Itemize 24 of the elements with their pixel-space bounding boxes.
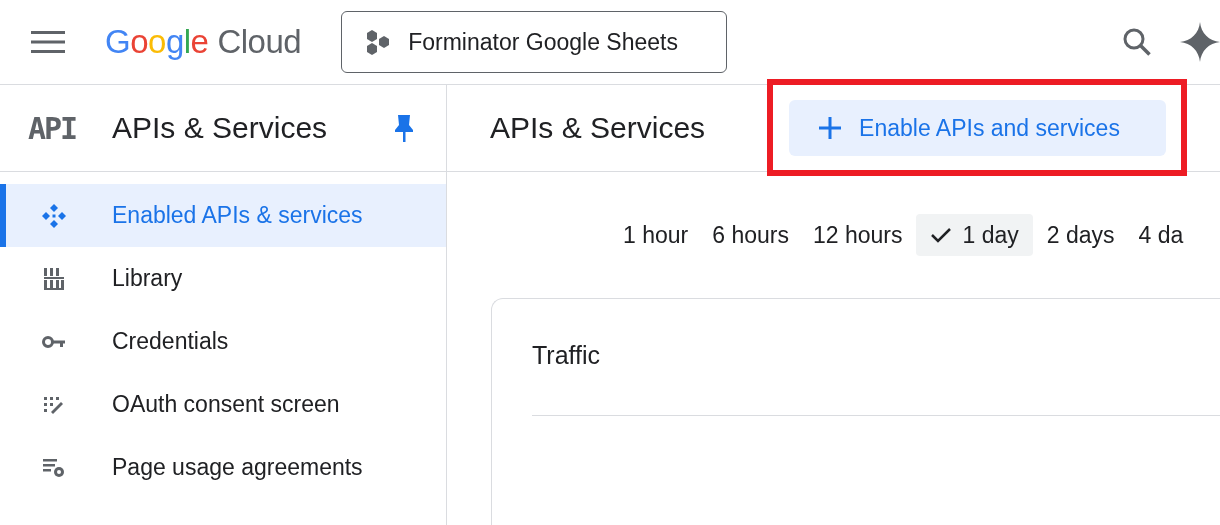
sidebar-item[interactable]: Enabled APIs & services: [0, 184, 446, 247]
card-title: Traffic: [532, 340, 602, 371]
api-logo-text: API: [28, 110, 78, 146]
sidebar-title: APIs & Services: [112, 111, 328, 145]
time-range-chip[interactable]: 4 da: [1128, 214, 1194, 256]
sidebar-item[interactable]: Page usage agreements: [0, 436, 446, 499]
time-range-chip[interactable]: 6 hours: [702, 214, 799, 256]
logo-wordmark: Google: [105, 23, 209, 61]
time-range-chip[interactable]: 1 day: [916, 214, 1033, 256]
diamond-grid-icon: [40, 201, 68, 230]
enable-apis-button[interactable]: Enable APIs and services: [789, 100, 1167, 156]
sidebar-item[interactable]: Credentials: [0, 310, 446, 373]
sidebar-item[interactable]: Library: [0, 247, 446, 310]
page-title: APIs & Services: [490, 111, 706, 145]
sparkle-icon[interactable]: [1180, 22, 1220, 62]
sidebar-item[interactable]: OAuth consent screen: [0, 373, 446, 436]
pin-icon[interactable]: [392, 113, 416, 143]
time-range-chip[interactable]: 2 days: [1036, 214, 1125, 256]
time-range-chip[interactable]: 1 hour: [613, 214, 699, 256]
menu-icon[interactable]: [31, 30, 65, 54]
logo-product-name: Cloud: [217, 23, 302, 61]
project-picker[interactable]: Forminator Google Sheets: [341, 11, 728, 73]
time-range-chip[interactable]: 12 hours: [802, 214, 913, 256]
plus-icon: [817, 115, 844, 141]
